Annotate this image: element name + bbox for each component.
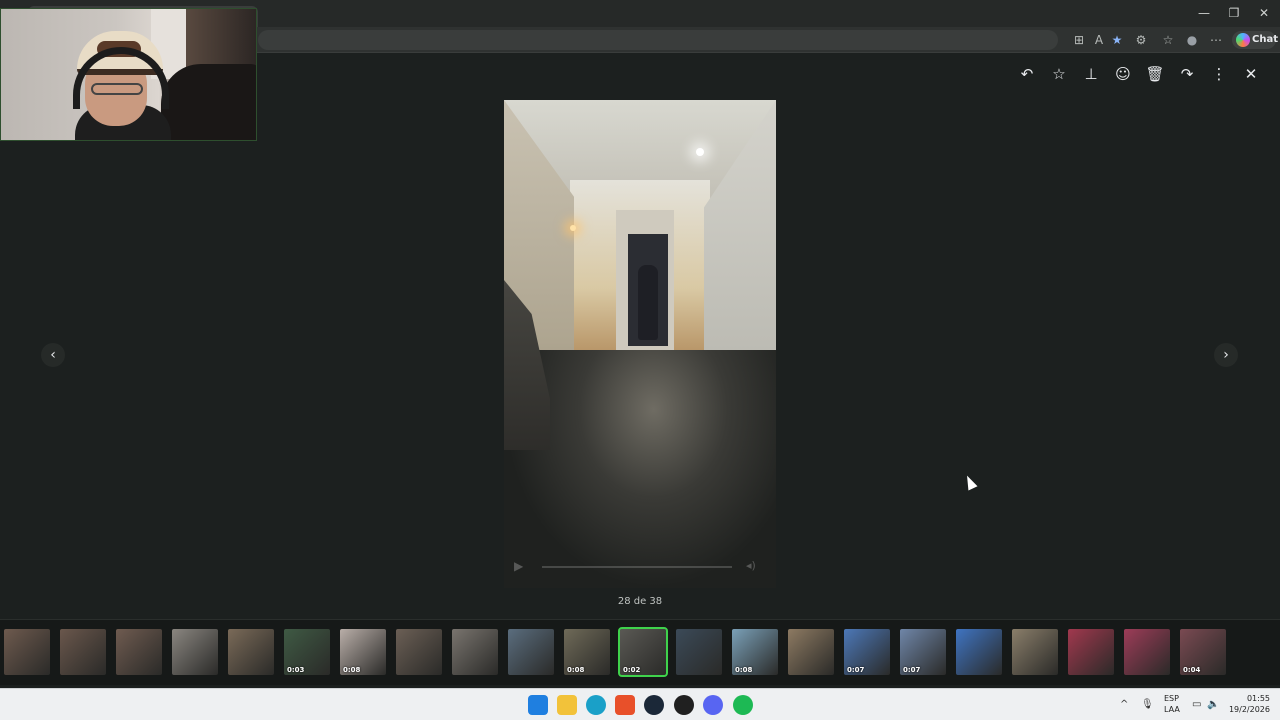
thumbnail-duration: 0:08 [735, 666, 753, 674]
filmstrip-thumbnail[interactable] [1068, 629, 1114, 675]
thumbnail-duration: 0:08 [567, 666, 585, 674]
close-icon[interactable]: ✕ [1240, 63, 1262, 85]
video-progress-track[interactable] [542, 566, 732, 568]
pin-icon[interactable]: ⊥ [1080, 63, 1102, 85]
viewer-actions: ↶ ☆ ⊥ ☺ 🗑 ↷ ⋮ ✕ [1016, 63, 1262, 85]
emoji-icon[interactable]: ☺ [1112, 63, 1134, 85]
extensions-icon[interactable]: ⚙ [1132, 31, 1150, 49]
clock-time[interactable]: 01:55 [1247, 694, 1270, 703]
webcam-glasses [91, 83, 143, 95]
filmstrip-thumbnail[interactable]: 0:03 [284, 629, 330, 675]
media-wall-lamp [570, 225, 576, 231]
edge-icon[interactable] [586, 695, 606, 715]
filmstrip-thumbnail[interactable]: 0:08 [564, 629, 610, 675]
taskbar: ^ 🎙 ESP LAA ▭ 🔈 01:55 19/2/2026 [0, 688, 1280, 720]
next-media-button[interactable]: › [1214, 343, 1238, 367]
filmstrip-thumbnail[interactable] [228, 629, 274, 675]
filmstrip-thumbnail[interactable]: 0:02 [618, 627, 668, 677]
filmstrip-thumbnail[interactable] [1124, 629, 1170, 675]
filmstrip-thumbnail[interactable] [676, 629, 722, 675]
desktop-screen: — ❐ ✕ ⊞ A ★ ⚙ ☆ ● ⋯ Chat ↶ ☆ ⊥ ☺ 🗑 ↷ ⋮ ✕… [0, 0, 1280, 720]
filmstrip-thumbnail[interactable]: 0:07 [900, 629, 946, 675]
delete-icon[interactable]: 🗑 [1144, 63, 1166, 85]
steam-icon[interactable] [644, 695, 664, 715]
video-controls: ▶ ◂) [514, 558, 766, 574]
start-icon[interactable] [528, 695, 548, 715]
filmstrip-thumbnail[interactable]: 0:04 [1180, 629, 1226, 675]
spotify-icon[interactable] [733, 695, 753, 715]
menu-icon[interactable]: ⋮ [1208, 63, 1230, 85]
favorite-star-icon[interactable]: ★ [1108, 31, 1126, 49]
copilot-icon [1236, 33, 1250, 47]
clock-date[interactable]: 19/2/2026 [1229, 705, 1270, 714]
app-icon[interactable]: ⊞ [1070, 31, 1088, 49]
filmstrip: 0:03 0:08 0:08 0:02 0:08 0:07 0:07 0:04 [0, 619, 1280, 685]
chat-label: Chat [1252, 34, 1278, 45]
filmstrip-thumbnail[interactable]: 0:07 [844, 629, 890, 675]
microphone-icon[interactable]: 🎙 [1141, 698, 1154, 712]
thumbnail-duration: 0:03 [287, 666, 305, 674]
thumbnail-duration: 0:07 [903, 666, 921, 674]
play-icon[interactable]: ▶ [514, 558, 528, 574]
mouse-cursor [962, 473, 978, 491]
thumbnail-duration: 0:04 [1183, 666, 1201, 674]
volume-icon[interactable]: 🔈 [1207, 698, 1219, 712]
profile-icon[interactable]: ● [1183, 31, 1201, 49]
close-window-button[interactable]: ✕ [1254, 5, 1274, 21]
forward-icon[interactable]: ↷ [1176, 63, 1198, 85]
favorites-icon[interactable]: ☆ [1159, 31, 1177, 49]
tray-chevron-icon[interactable]: ^ [1120, 698, 1128, 712]
chat-button[interactable]: Chat [1232, 31, 1278, 49]
webcam-chair [161, 64, 256, 140]
webcam-overlay [0, 8, 257, 141]
filmstrip-thumbnail[interactable] [116, 629, 162, 675]
filmstrip-thumbnail[interactable] [172, 629, 218, 675]
filmstrip-thumbnail[interactable] [452, 629, 498, 675]
filmstrip-thumbnail[interactable] [508, 629, 554, 675]
reply-icon[interactable]: ↶ [1016, 63, 1038, 85]
filmstrip-thumbnail[interactable] [1012, 629, 1058, 675]
discord-icon[interactable] [703, 695, 723, 715]
media-person [638, 265, 658, 340]
filmstrip-thumbnail[interactable]: 0:08 [340, 629, 386, 675]
volume-icon[interactable]: ◂) [746, 558, 766, 574]
filmstrip-thumbnail[interactable] [956, 629, 1002, 675]
thumbnail-duration: 0:07 [847, 666, 865, 674]
more-icon[interactable]: ⋯ [1207, 31, 1225, 49]
minimize-button[interactable]: — [1194, 5, 1214, 21]
read-aloud-icon[interactable]: A [1090, 31, 1108, 49]
address-bar[interactable] [258, 30, 1058, 50]
filmstrip-thumbnail[interactable] [60, 629, 106, 675]
file-explorer-icon[interactable] [557, 695, 577, 715]
thumbnail-duration: 0:08 [343, 666, 361, 674]
filmstrip-thumbnail[interactable] [788, 629, 834, 675]
media-ceiling-light [696, 148, 704, 156]
star-icon[interactable]: ☆ [1048, 63, 1070, 85]
filmstrip-thumbnail[interactable] [396, 629, 442, 675]
brave-icon[interactable] [615, 695, 635, 715]
media-counter: 28 de 38 [617, 596, 663, 607]
thumbnail-duration: 0:02 [623, 666, 641, 674]
language-indicator[interactable]: ESP [1164, 694, 1179, 703]
filmstrip-thumbnail[interactable]: 0:08 [732, 629, 778, 675]
media-video[interactable]: ▶ ◂) [504, 100, 776, 588]
previous-media-button[interactable]: ‹ [41, 343, 65, 367]
filmstrip-thumbnail[interactable] [4, 629, 50, 675]
restore-button[interactable]: ❐ [1224, 5, 1244, 21]
keyboard-layout-indicator[interactable]: LAA [1164, 705, 1180, 714]
network-icon[interactable]: ▭ [1192, 698, 1201, 712]
app-icon[interactable] [674, 695, 694, 715]
